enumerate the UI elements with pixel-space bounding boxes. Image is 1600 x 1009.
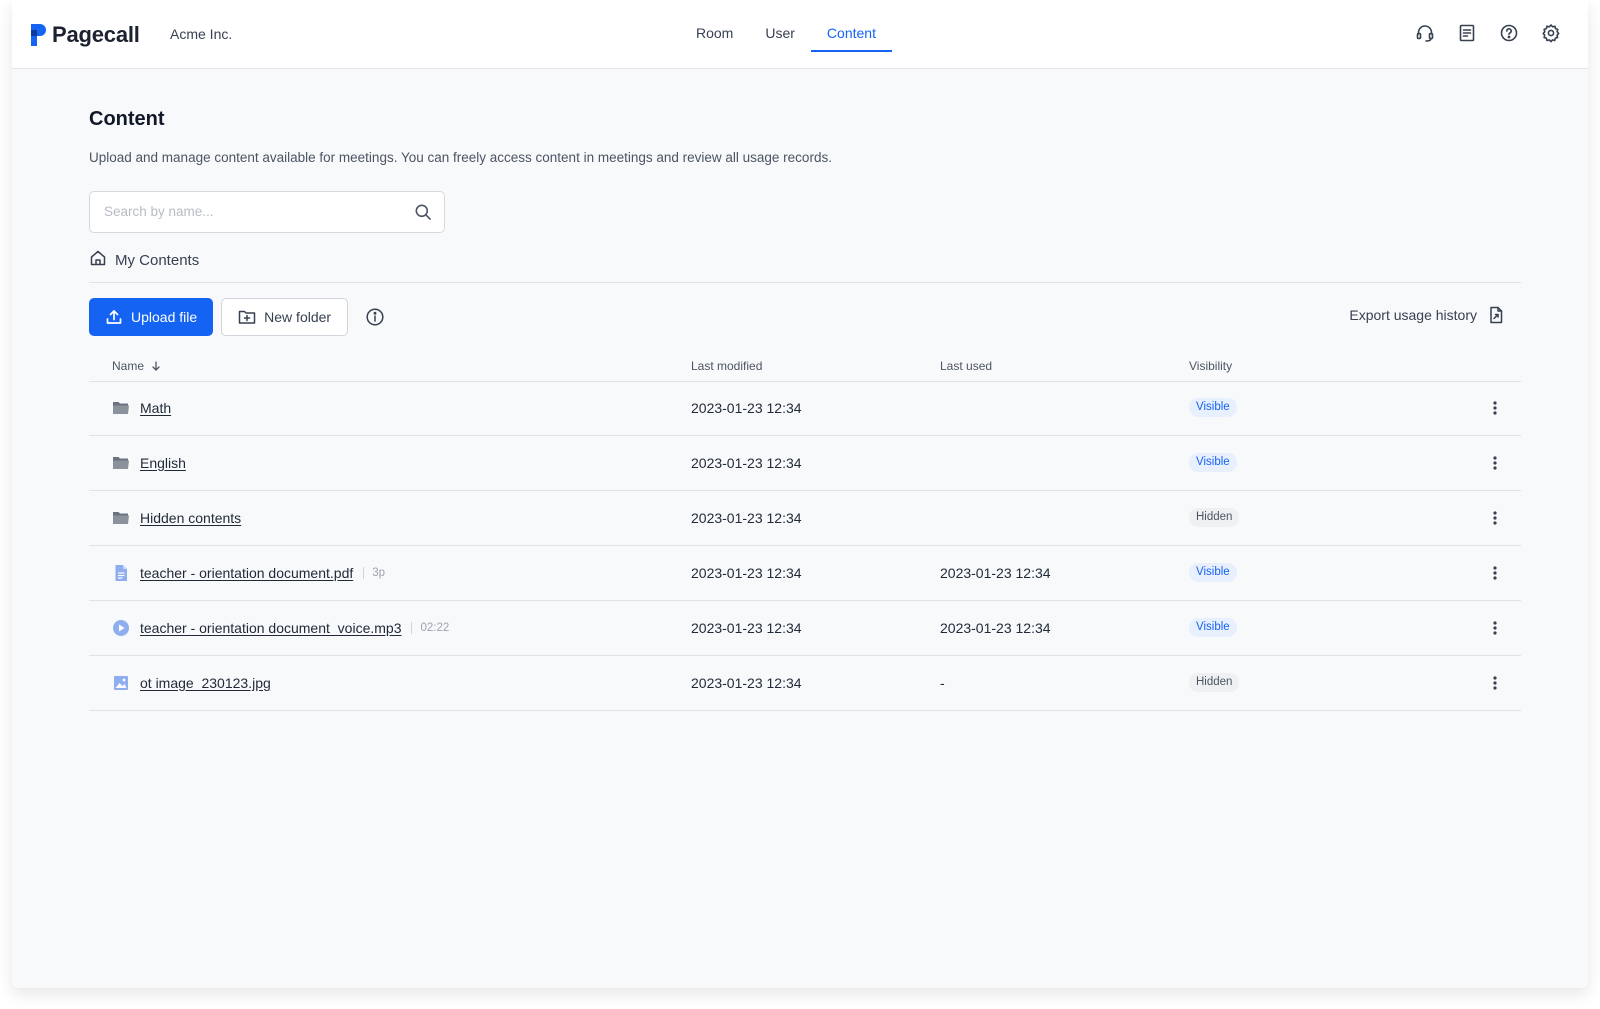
search-icon[interactable] bbox=[414, 203, 432, 226]
row-visibility: Visible bbox=[1189, 546, 1237, 599]
export-usage-history-button[interactable]: Export usage history bbox=[1349, 306, 1505, 324]
content-toolbar: Upload file New folder bbox=[89, 298, 386, 336]
more-options-icon[interactable] bbox=[1485, 491, 1505, 544]
new-folder-button[interactable]: New folder bbox=[221, 298, 349, 336]
folder-icon bbox=[113, 511, 129, 524]
pagecall-logo-icon bbox=[31, 24, 46, 46]
content-table-body: Math 2023-01-23 12:34 Visible English 20… bbox=[89, 381, 1521, 711]
table-row[interactable]: Hidden contents 2023-01-23 12:34 Hidden bbox=[89, 491, 1521, 546]
more-options-icon[interactable] bbox=[1485, 436, 1505, 489]
row-last-used: 2023-01-23 12:34 bbox=[940, 564, 1051, 581]
new-folder-label: New folder bbox=[264, 309, 332, 325]
row-visibility: Visible bbox=[1189, 601, 1237, 654]
row-last-modified: 2023-01-23 12:34 bbox=[691, 564, 802, 581]
sort-descending-icon[interactable] bbox=[150, 360, 162, 372]
section-divider bbox=[89, 282, 1521, 283]
status-badge: Hidden bbox=[1189, 673, 1240, 692]
row-last-modified: 2023-01-23 12:34 bbox=[691, 509, 802, 526]
table-row[interactable]: English 2023-01-23 12:34 Visible bbox=[89, 436, 1521, 491]
more-options-icon[interactable] bbox=[1485, 656, 1505, 709]
row-visibility: Hidden bbox=[1189, 491, 1240, 544]
row-file-meta: 02:22 bbox=[411, 622, 449, 634]
row-visibility: Visible bbox=[1189, 381, 1237, 434]
audio-play-icon bbox=[113, 619, 129, 636]
folder-icon bbox=[113, 401, 129, 414]
upload-file-button[interactable]: Upload file bbox=[89, 298, 214, 336]
row-name-link[interactable]: ot image_230123.jpg bbox=[140, 675, 271, 691]
header-actions bbox=[1414, 22, 1562, 44]
column-header-name-label: Name bbox=[112, 359, 145, 373]
row-visibility: Visible bbox=[1189, 436, 1237, 489]
app-window: Pagecall Acme Inc. Room User Content Con… bbox=[12, 0, 1588, 988]
column-header-last-modified[interactable]: Last modified bbox=[691, 359, 762, 373]
row-last-modified: 2023-01-23 12:34 bbox=[691, 454, 802, 471]
status-badge: Hidden bbox=[1189, 508, 1240, 527]
row-name-cell: teacher - orientation document_voice.mp3… bbox=[112, 601, 449, 654]
search-input[interactable] bbox=[102, 203, 396, 220]
row-visibility: Hidden bbox=[1189, 656, 1240, 709]
page-description: Upload and manage content available for … bbox=[89, 150, 832, 165]
row-file-meta: 3p bbox=[363, 567, 385, 579]
row-name-link[interactable]: Math bbox=[140, 400, 171, 416]
status-badge: Visible bbox=[1189, 563, 1237, 582]
row-name-cell: teacher - orientation document.pdf 3p bbox=[112, 546, 385, 599]
column-header-visibility[interactable]: Visibility bbox=[1189, 359, 1232, 373]
nav-tab-room[interactable]: Room bbox=[680, 0, 749, 68]
table-row[interactable]: teacher - orientation document.pdf 3p 20… bbox=[89, 546, 1521, 601]
home-icon[interactable] bbox=[89, 249, 107, 271]
table-row[interactable]: ot image_230123.jpg 2023-01-23 12:34 - H… bbox=[89, 656, 1521, 711]
gear-icon[interactable] bbox=[1540, 22, 1562, 44]
search-box bbox=[89, 191, 445, 233]
info-icon[interactable] bbox=[364, 306, 386, 328]
row-name-cell: ot image_230123.jpg bbox=[112, 656, 271, 709]
more-options-icon[interactable] bbox=[1485, 601, 1505, 654]
export-usage-history-label: Export usage history bbox=[1349, 307, 1477, 323]
row-name-cell: Hidden contents bbox=[112, 491, 241, 544]
column-header-name[interactable]: Name bbox=[112, 359, 162, 373]
page-title: Content bbox=[89, 108, 165, 130]
breadcrumb: My Contents bbox=[89, 249, 199, 271]
document-icon[interactable] bbox=[1456, 22, 1478, 44]
table-header: Name Last modified Last used Visibility bbox=[89, 355, 1521, 382]
more-options-icon[interactable] bbox=[1485, 381, 1505, 434]
logo[interactable]: Pagecall bbox=[31, 22, 140, 48]
column-header-last-used[interactable]: Last used bbox=[940, 359, 992, 373]
status-badge: Visible bbox=[1189, 398, 1237, 417]
logo-text: Pagecall bbox=[52, 22, 140, 47]
row-name-cell: English bbox=[112, 436, 186, 489]
nav-tab-user[interactable]: User bbox=[749, 0, 811, 68]
status-badge: Visible bbox=[1189, 618, 1237, 637]
top-bar: Pagecall Acme Inc. Room User Content bbox=[12, 0, 1588, 69]
folder-plus-icon bbox=[238, 310, 256, 324]
row-name-link[interactable]: teacher - orientation document_voice.mp3 bbox=[140, 620, 401, 636]
row-name-link[interactable]: English bbox=[140, 455, 186, 471]
row-name-link[interactable]: teacher - orientation document.pdf bbox=[140, 565, 353, 581]
upload-file-label: Upload file bbox=[131, 309, 198, 325]
status-badge: Visible bbox=[1189, 453, 1237, 472]
main-nav: Room User Content bbox=[680, 0, 893, 68]
row-last-used: 2023-01-23 12:34 bbox=[940, 619, 1051, 636]
upload-icon bbox=[106, 310, 122, 324]
row-last-modified: 2023-01-23 12:34 bbox=[691, 399, 802, 416]
org-name[interactable]: Acme Inc. bbox=[170, 26, 232, 42]
table-row[interactable]: Math 2023-01-23 12:34 Visible bbox=[89, 381, 1521, 436]
row-name-link[interactable]: Hidden contents bbox=[140, 510, 241, 526]
row-last-modified: 2023-01-23 12:34 bbox=[691, 619, 802, 636]
pdf-file-icon bbox=[115, 564, 127, 581]
row-name-cell: Math bbox=[112, 381, 171, 434]
row-last-used: - bbox=[940, 674, 945, 691]
folder-icon bbox=[113, 456, 129, 469]
nav-tab-content[interactable]: Content bbox=[810, 0, 893, 68]
file-export-icon bbox=[1490, 306, 1503, 324]
table-row[interactable]: teacher - orientation document_voice.mp3… bbox=[89, 601, 1521, 656]
breadcrumb-current[interactable]: My Contents bbox=[115, 252, 199, 269]
row-last-modified: 2023-01-23 12:34 bbox=[691, 674, 802, 691]
headset-icon[interactable] bbox=[1414, 22, 1436, 44]
help-icon[interactable] bbox=[1498, 22, 1520, 44]
more-options-icon[interactable] bbox=[1485, 546, 1505, 599]
image-file-icon bbox=[114, 675, 128, 690]
